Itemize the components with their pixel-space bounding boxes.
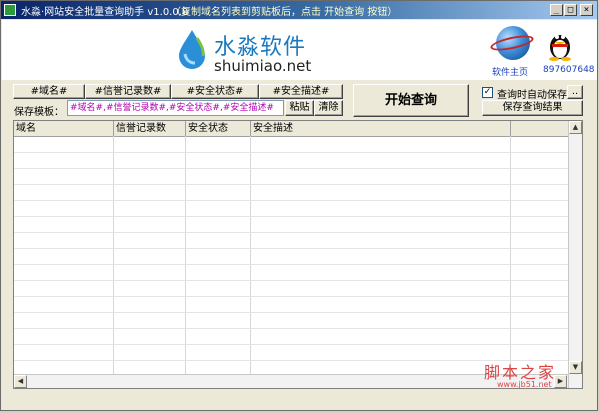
check-mark-icon: ✓ [483, 87, 492, 97]
column-divider [510, 136, 511, 388]
window-title: 水淼·网站安全批量查询助手 v1.0.0.0 [21, 7, 189, 18]
row-line [14, 152, 568, 153]
row-line [14, 184, 568, 185]
field-records-button[interactable]: #信誉记录数# [85, 84, 171, 99]
column-divider [250, 136, 251, 388]
row-line [14, 168, 568, 169]
title-bar[interactable]: 水淼·网站安全批量查询助手 v1.0.0.0 （复制域名列表到剪贴板后，点击 开… [1, 1, 597, 19]
row-line [14, 312, 568, 313]
template-input[interactable]: #域名#,#信誉记录数#,#安全状态#,#安全描述# [67, 100, 284, 116]
field-description-button[interactable]: #安全描述# [259, 84, 343, 99]
clear-button[interactable]: 清除 [314, 100, 343, 116]
qq-penguin-icon[interactable] [547, 27, 573, 61]
paste-button[interactable]: 粘贴 [285, 100, 314, 116]
column-header-description[interactable]: 安全描述 [251, 121, 511, 136]
template-label: 保存模板： [14, 107, 64, 118]
qq-link[interactable]: 897607648 [543, 65, 595, 75]
scroll-down-icon[interactable]: ▼ [569, 361, 582, 374]
banner: 水淼软件 shuimiao.net 软件主页 897607648 [2, 20, 597, 80]
row-line [14, 328, 568, 329]
row-line [14, 264, 568, 265]
row-line [14, 248, 568, 249]
watermark-url: www.jb51.net [497, 380, 552, 389]
column-header-records[interactable]: 信誉记录数 [114, 121, 186, 136]
home-page-link[interactable]: 软件主页 [492, 65, 528, 78]
start-query-button[interactable]: 开始查询 [353, 84, 469, 117]
water-drop-logo-icon [179, 30, 205, 69]
minimize-button[interactable]: _ [550, 4, 563, 16]
main-window: 水淼·网站安全批量查询助手 v1.0.0.0 （复制域名列表到剪贴板后，点击 开… [0, 0, 598, 411]
row-line [14, 216, 568, 217]
row-line [14, 296, 568, 297]
results-table[interactable]: 域名 信誉记录数 安全状态 安全描述 ▲ ▼ ◀ ▶ [13, 120, 583, 389]
autosave-checkbox[interactable]: ✓ [482, 87, 493, 98]
column-header-domain[interactable]: 域名 [14, 121, 114, 136]
column-divider [113, 136, 114, 388]
browse-button[interactable]: .. [567, 85, 583, 99]
app-icon [4, 4, 16, 16]
autosave-label: 查询时自动保存 [497, 90, 567, 101]
table-header: 域名 信誉记录数 安全状态 安全描述 [14, 121, 582, 137]
row-line [14, 200, 568, 201]
field-domain-button[interactable]: #域名# [13, 84, 85, 99]
save-results-button[interactable]: 保存查询结果 [482, 100, 583, 116]
field-status-button[interactable]: #安全状态# [171, 84, 259, 99]
vertical-scrollbar[interactable]: ▲ ▼ [568, 121, 582, 388]
scroll-left-icon[interactable]: ◀ [14, 375, 27, 388]
row-line [14, 280, 568, 281]
logo-text-en: shuimiao.net [214, 57, 312, 75]
scroll-up-icon[interactable]: ▲ [569, 121, 582, 134]
maximize-button[interactable]: □ [564, 4, 577, 16]
row-line [14, 232, 568, 233]
column-divider [185, 136, 186, 388]
window-hint: （复制域名列表到剪贴板后，点击 开始查询 按钮） [171, 7, 398, 18]
close-button[interactable]: × [580, 4, 593, 16]
column-header-status[interactable]: 安全状态 [186, 121, 251, 136]
row-line [14, 344, 568, 345]
